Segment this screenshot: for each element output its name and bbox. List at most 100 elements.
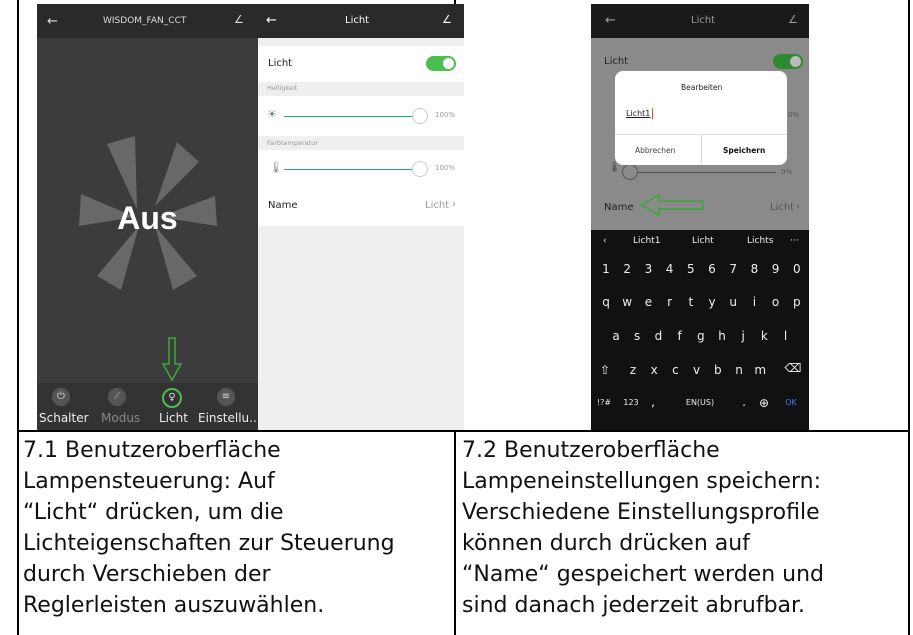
device-title: WISDOM_FAN_CCT (103, 16, 187, 26)
nav-item-licht[interactable]: ♀ Licht (152, 383, 192, 430)
caption-right-line: Verschiedene Einstellungsprofile (462, 500, 820, 525)
key-w[interactable]: w (617, 295, 637, 309)
color-temp-label: Farbtemperatur (267, 139, 318, 147)
caption-left-title: 7.1 Benutzeroberfläche (23, 438, 281, 463)
brightness-label: Helligkeit (267, 84, 298, 92)
key-f[interactable]: f (670, 329, 690, 343)
key-j[interactable]: j (733, 329, 753, 343)
key-4[interactable]: 4 (660, 262, 680, 276)
caption-right-title: 7.2 Benutzeroberfläche (462, 438, 720, 463)
key-k[interactable]: k (754, 329, 774, 343)
manual-table: ← WISDOM_FAN_CCT ∠ Aus ⏻ Schalter ⁄⁄ Mod… (17, 0, 910, 635)
globe-icon[interactable]: ⊕ (756, 396, 772, 410)
save-button[interactable]: Speichern (723, 146, 765, 155)
backspace-icon[interactable]: ⌫ (781, 361, 805, 375)
nav-item-einstellungen[interactable]: ≡ Einstellu... (197, 383, 258, 430)
back-arrow-icon[interactable]: ← (47, 14, 58, 29)
name-value: Licht (770, 202, 795, 213)
brightness-slider-knob[interactable] (412, 108, 428, 124)
color-temp-slider-track[interactable] (284, 169, 416, 170)
key-d[interactable]: d (648, 329, 668, 343)
suggestion-2[interactable]: Licht (692, 236, 714, 246)
key-3[interactable]: 3 (638, 262, 658, 276)
key-z[interactable]: z (623, 363, 643, 377)
caption-left-line: durch Verschieben der (23, 562, 271, 587)
light-toggle[interactable] (773, 54, 803, 69)
brightness-slider-track[interactable] (284, 116, 416, 117)
text-cursor (652, 108, 653, 119)
key-y[interactable]: y (702, 295, 722, 309)
space-bar[interactable]: EN(US) (665, 398, 735, 407)
key-c[interactable]: c (665, 363, 685, 377)
nav-label: Modus (101, 411, 141, 425)
key-u[interactable]: u (723, 295, 743, 309)
key-123[interactable]: 123 (619, 398, 643, 407)
suggestion-1[interactable]: Licht1 (633, 236, 660, 246)
fan-status-text: Aus (117, 200, 178, 236)
keyboard-back-icon[interactable]: ‹ (603, 236, 607, 246)
key-comma[interactable]: , (646, 395, 660, 409)
edit-icon[interactable]: ∠ (442, 13, 452, 26)
key-r[interactable]: r (660, 295, 680, 309)
key-5[interactable]: 5 (681, 262, 701, 276)
nav-item-modus[interactable]: ⁄⁄ Modus (93, 383, 141, 430)
edit-icon[interactable]: ∠ (234, 13, 244, 26)
key-8[interactable]: 8 (744, 262, 764, 276)
key-l[interactable]: l (776, 329, 796, 343)
edit-icon[interactable]: ∠ (788, 13, 798, 26)
key-i[interactable]: i (744, 295, 764, 309)
key-b[interactable]: b (708, 363, 728, 377)
key-m[interactable]: m (750, 363, 770, 377)
key-a[interactable]: a (606, 329, 626, 343)
key-h[interactable]: h (712, 329, 732, 343)
key-6[interactable]: 6 (702, 262, 722, 276)
key-x[interactable]: x (644, 363, 664, 377)
key-2[interactable]: 2 (617, 262, 637, 276)
color-temp-value: 100% (435, 164, 456, 172)
suggestion-3[interactable]: Lichts (747, 236, 773, 246)
cancel-button[interactable]: Abbrechen (635, 146, 675, 155)
settings-icon: ≡ (217, 388, 235, 406)
back-arrow-icon[interactable]: ← (266, 13, 277, 28)
key-9[interactable]: 9 (766, 262, 786, 276)
key-dot[interactable]: . (737, 395, 751, 409)
key-0[interactable]: 0 (787, 262, 807, 276)
light-toggle[interactable] (426, 56, 456, 71)
caption-right-line: Lampeneinstellungen speichern: (462, 469, 822, 494)
key-n[interactable]: n (729, 363, 749, 377)
name-label: Name (604, 202, 634, 213)
chevron-right-icon: › (452, 199, 456, 210)
name-row[interactable]: Name Licht › (258, 190, 464, 226)
more-suggestions-icon[interactable]: ··· (790, 236, 799, 246)
key-ok[interactable]: OK (779, 398, 803, 407)
nav-item-schalter[interactable]: ⏻ Schalter (37, 383, 89, 430)
color-temp-row: 🌡 100% (258, 150, 464, 190)
name-input[interactable]: Licht1 (626, 109, 650, 118)
color-temp-slider-knob[interactable] (622, 164, 638, 180)
key-q[interactable]: q (596, 295, 616, 309)
caption-right-line: können durch drücken auf (462, 531, 750, 556)
key-7[interactable]: 7 (723, 262, 743, 276)
key-s[interactable]: s (627, 329, 647, 343)
caption-left-line: Lichteigenschaften zur Steuerung (23, 531, 395, 556)
key-t[interactable]: t (681, 295, 701, 309)
color-temp-slider-track[interactable] (638, 172, 776, 173)
screen-title: Licht (345, 15, 370, 26)
table-border-left (17, 0, 19, 635)
caption-right-line: sind danach jederzeit abrufbar. (462, 593, 806, 618)
name-value: Licht (425, 200, 450, 211)
key-v[interactable]: v (687, 363, 707, 377)
key-e[interactable]: e (638, 295, 658, 309)
dialog-title: Bearbeiten (681, 83, 723, 92)
color-temp-slider-knob[interactable] (412, 161, 428, 177)
key-o[interactable]: o (766, 295, 786, 309)
key-symbols[interactable]: !?# (593, 398, 615, 407)
back-arrow-icon[interactable]: ← (605, 13, 616, 28)
shift-icon[interactable]: ⇧ (595, 363, 615, 377)
phone-screen-light: ← Licht ∠ Licht Helligkeit ☀ 100% Farbte… (258, 4, 464, 430)
brightness-value: 100% (435, 111, 456, 119)
key-p[interactable]: p (787, 295, 807, 309)
key-g[interactable]: g (691, 329, 711, 343)
key-1[interactable]: 1 (596, 262, 616, 276)
caption-right-line: “Name“ gespeichert werden und (462, 562, 824, 587)
